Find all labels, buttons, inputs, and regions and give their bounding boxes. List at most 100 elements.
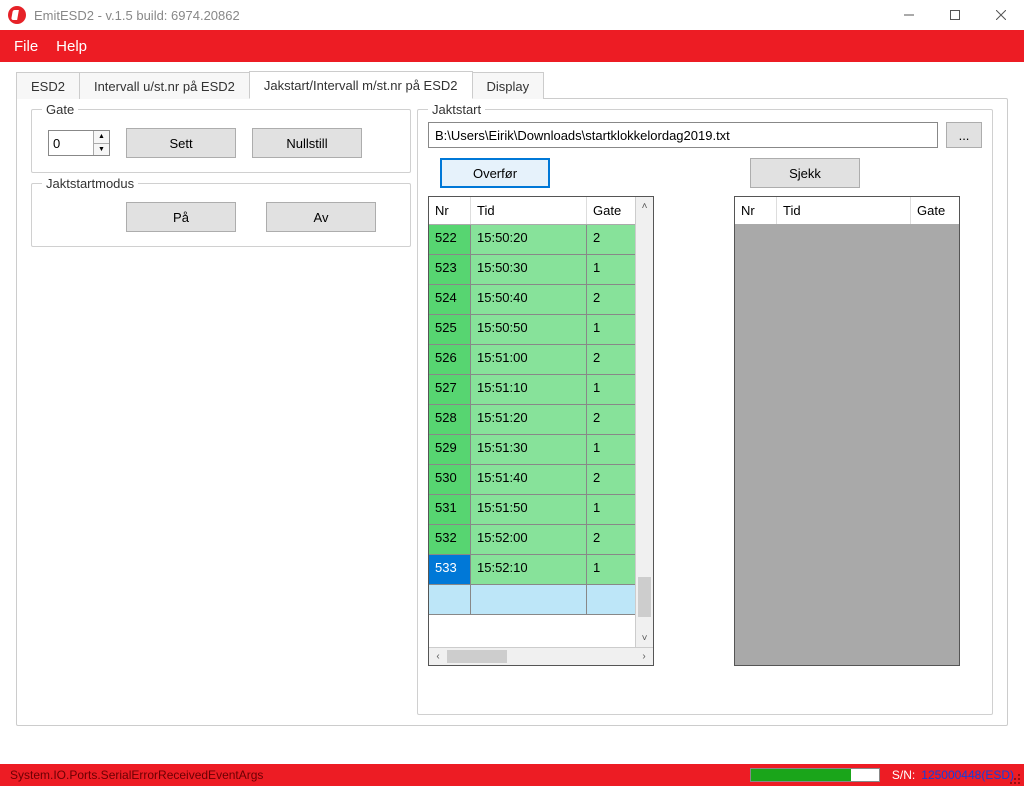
vscrollbar[interactable]: ˄ ˅	[635, 197, 653, 647]
cell-tid: 15:52:10	[471, 555, 587, 584]
cell-nr: 525	[429, 315, 471, 344]
table-row[interactable]: 53015:51:402	[429, 465, 635, 495]
gate-spin-down[interactable]: ▼	[94, 144, 109, 156]
sett-button[interactable]: Sett	[126, 128, 236, 158]
col-tid-r[interactable]: Tid	[777, 197, 911, 224]
hscroll-thumb[interactable]	[447, 650, 507, 663]
gate-legend: Gate	[42, 102, 78, 117]
cell-tid: 15:50:50	[471, 315, 587, 344]
overfor-button[interactable]: Overfør	[440, 158, 550, 188]
progress-bar	[750, 768, 880, 782]
jaktstart-legend: Jaktstart	[428, 102, 485, 117]
cell-gate: 1	[587, 375, 635, 404]
tab-jakstart[interactable]: Jakstart/Intervall m/st.nr på ESD2	[249, 71, 473, 99]
menu-help[interactable]: Help	[56, 38, 87, 55]
cell-nr: 522	[429, 225, 471, 254]
cell-nr: 531	[429, 495, 471, 524]
status-error-text: System.IO.Ports.SerialErrorReceivedEvent…	[10, 768, 750, 782]
table-row[interactable]: 52315:50:301	[429, 255, 635, 285]
col-nr-r[interactable]: Nr	[735, 197, 777, 224]
cell-tid: 15:51:20	[471, 405, 587, 434]
browse-button[interactable]: ...	[946, 122, 982, 148]
close-button[interactable]	[978, 0, 1024, 30]
tab-page: Gate ▲ ▼ Sett Nullstill Jaktstartmodus P…	[16, 98, 1008, 726]
maximize-button[interactable]	[932, 0, 978, 30]
minimize-button[interactable]	[886, 0, 932, 30]
table-row[interactable]: 52715:51:101	[429, 375, 635, 405]
cell-gate: 1	[587, 555, 635, 584]
right-table-header: Nr Tid Gate	[735, 197, 959, 225]
sn-label: S/N:	[892, 768, 915, 782]
titlebar: EmitESD2 - v.1.5 build: 6974.20862	[0, 0, 1024, 30]
modus-legend: Jaktstartmodus	[42, 176, 138, 191]
table-row-empty[interactable]	[429, 585, 635, 615]
app-icon	[8, 6, 26, 24]
left-table[interactable]: Nr Tid Gate 52215:50:20252315:50:3015241…	[428, 196, 654, 666]
cell-gate: 2	[587, 345, 635, 374]
resize-grip-icon[interactable]	[1006, 770, 1020, 784]
hscrollbar[interactable]: ‹ ›	[429, 647, 653, 665]
scroll-up-icon[interactable]: ˄	[636, 197, 653, 215]
left-table-body[interactable]: 52215:50:20252315:50:30152415:50:4025251…	[429, 225, 635, 647]
tab-esd2[interactable]: ESD2	[16, 72, 80, 99]
gate-spinner[interactable]: ▲ ▼	[48, 130, 110, 156]
window-title: EmitESD2 - v.1.5 build: 6974.20862	[34, 8, 886, 23]
cell-gate: 1	[587, 255, 635, 284]
table-row[interactable]: 52515:50:501	[429, 315, 635, 345]
cell-nr: 532	[429, 525, 471, 554]
pa-button[interactable]: På	[126, 202, 236, 232]
cell-tid: 15:51:50	[471, 495, 587, 524]
jaktstart-group: Jaktstart ... Overfør Sjekk Nr Tid Gate	[417, 109, 993, 715]
cell-tid: 15:52:00	[471, 525, 587, 554]
cell-tid: 15:50:30	[471, 255, 587, 284]
cell-gate: 2	[587, 405, 635, 434]
table-row[interactable]: 52615:51:002	[429, 345, 635, 375]
menu-file[interactable]: File	[14, 38, 38, 55]
tab-intervall-u[interactable]: Intervall u/st.nr på ESD2	[79, 72, 250, 99]
sjekk-button[interactable]: Sjekk	[750, 158, 860, 188]
cell-tid: 15:51:30	[471, 435, 587, 464]
right-table[interactable]: Nr Tid Gate	[734, 196, 960, 666]
table-row[interactable]: 52415:50:402	[429, 285, 635, 315]
scroll-right-icon[interactable]: ›	[635, 648, 653, 665]
cell-gate: 1	[587, 315, 635, 344]
table-row[interactable]: 53315:52:101	[429, 555, 635, 585]
gate-group: Gate ▲ ▼ Sett Nullstill	[31, 109, 411, 173]
av-button[interactable]: Av	[266, 202, 376, 232]
cell-tid: 15:51:40	[471, 465, 587, 494]
cell-nr: 526	[429, 345, 471, 374]
sn-value: 125000448(ESD)	[921, 768, 1014, 782]
gate-value-input[interactable]	[49, 131, 93, 155]
cell-nr: 528	[429, 405, 471, 434]
cell-nr: 524	[429, 285, 471, 314]
table-row[interactable]: 52915:51:301	[429, 435, 635, 465]
cell-tid: 15:51:00	[471, 345, 587, 374]
nullstill-button[interactable]: Nullstill	[252, 128, 362, 158]
table-row[interactable]: 52215:50:202	[429, 225, 635, 255]
table-row[interactable]: 52815:51:202	[429, 405, 635, 435]
cell-tid: 15:51:10	[471, 375, 587, 404]
scroll-left-icon[interactable]: ‹	[429, 648, 447, 665]
cell-gate: 2	[587, 465, 635, 494]
cell-nr: 533	[429, 555, 471, 584]
tab-strip: ESD2 Intervall u/st.nr på ESD2 Jakstart/…	[0, 62, 1024, 98]
cell-gate: 2	[587, 285, 635, 314]
col-gate[interactable]: Gate	[587, 197, 635, 224]
path-input[interactable]	[428, 122, 938, 148]
cell-nr: 523	[429, 255, 471, 284]
scroll-thumb[interactable]	[638, 577, 651, 617]
scroll-down-icon[interactable]: ˅	[636, 629, 653, 647]
tab-display[interactable]: Display	[472, 72, 545, 99]
cell-nr: 527	[429, 375, 471, 404]
jaktstartmodus-group: Jaktstartmodus På Av	[31, 183, 411, 247]
cell-gate: 2	[587, 525, 635, 554]
table-row[interactable]: 53115:51:501	[429, 495, 635, 525]
cell-gate: 1	[587, 495, 635, 524]
gate-spin-up[interactable]: ▲	[94, 131, 109, 144]
col-nr[interactable]: Nr	[429, 197, 471, 224]
cell-gate: 1	[587, 435, 635, 464]
col-gate-r[interactable]: Gate	[911, 197, 959, 224]
cell-nr: 530	[429, 465, 471, 494]
col-tid[interactable]: Tid	[471, 197, 587, 224]
table-row[interactable]: 53215:52:002	[429, 525, 635, 555]
